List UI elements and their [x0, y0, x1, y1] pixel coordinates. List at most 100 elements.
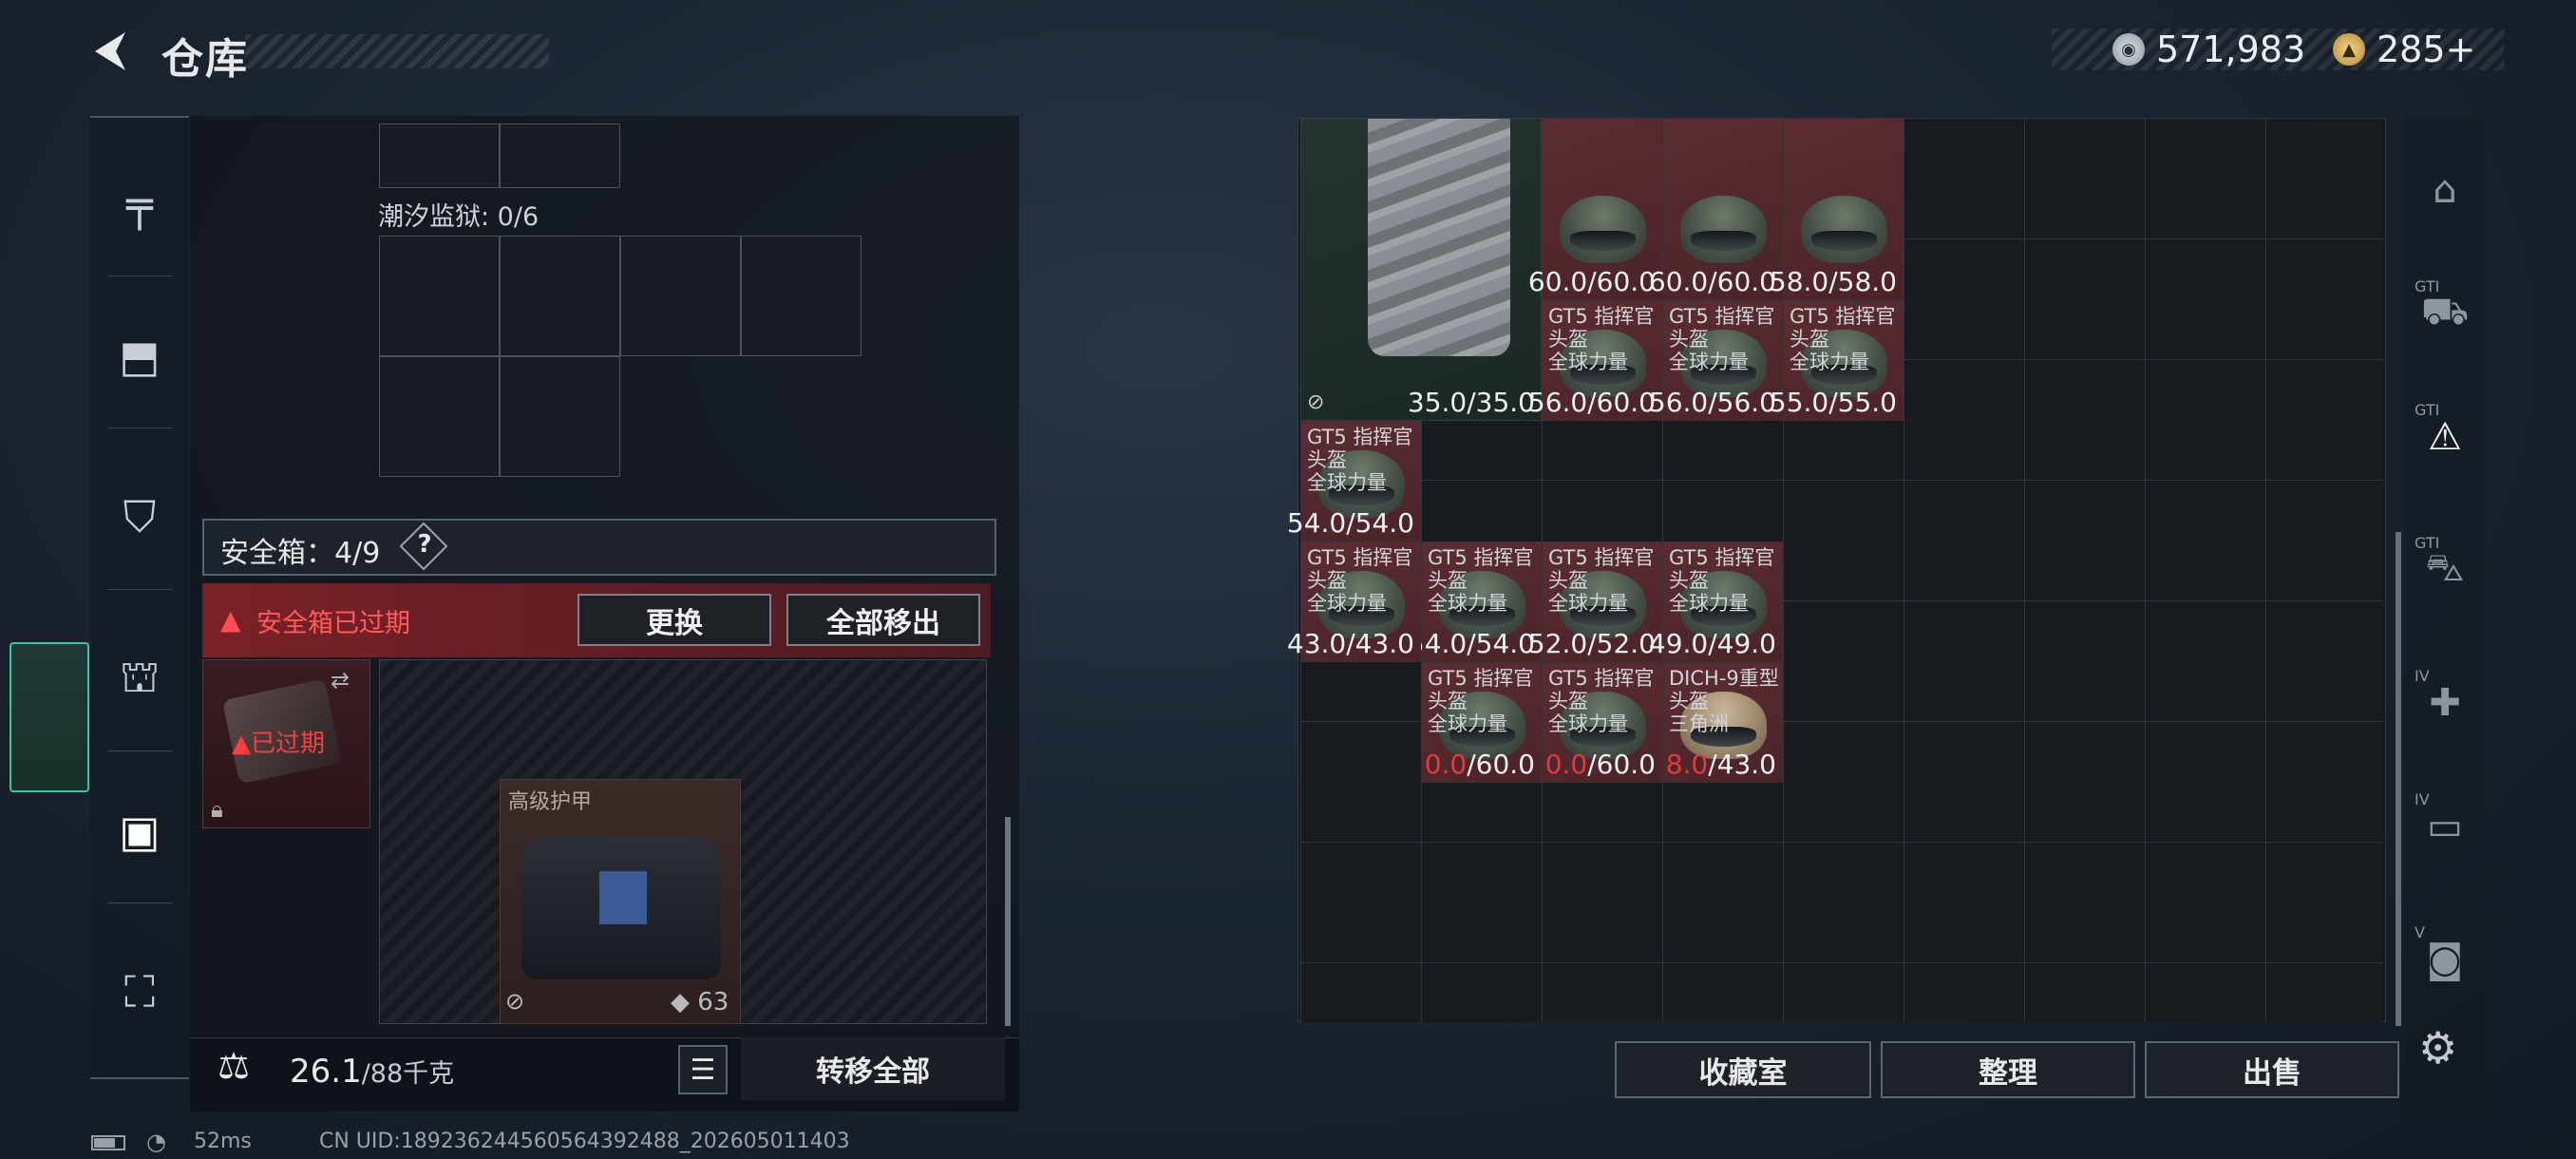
- item-faction: 全球力量: [1307, 471, 1387, 494]
- grid-cell[interactable]: [620, 236, 741, 356]
- vest-item[interactable]: ⊘ 35.0/35.0: [1300, 118, 1542, 421]
- tab-label: GTI: [2415, 401, 2440, 419]
- nav-item-weapon[interactable]: ╤: [90, 133, 189, 276]
- nav-active-indicator: [9, 642, 89, 792]
- item-faction: 三角洲: [1669, 712, 1729, 735]
- gold-coin-icon: ▲: [2333, 33, 2365, 66]
- item-faction: 全球力量: [1669, 351, 1749, 373]
- helmet-item[interactable]: 60.0/60.0: [1649, 118, 1783, 300]
- tab-label: V: [2415, 923, 2425, 941]
- weight-value: 26.1/88千克: [290, 1053, 455, 1091]
- remove-all-button[interactable]: 全部移出: [786, 594, 980, 646]
- collection-room-button[interactable]: 收藏室: [1615, 1041, 1871, 1098]
- item-name: GT5 指挥官头盔: [1790, 305, 1896, 351]
- tab-v-camera[interactable]: ◙ V: [2405, 902, 2485, 1016]
- helmet-item[interactable]: GT5 指挥官头盔 全球力量 56.0/60.0: [1528, 300, 1662, 421]
- helmet-item[interactable]: GT5 指挥官头盔 全球力量 52.0/52.0: [1528, 542, 1662, 662]
- helmet-item[interactable]: 60.0/60.0: [1528, 118, 1662, 300]
- replace-button[interactable]: 更换: [578, 594, 771, 646]
- title-decoration: [245, 34, 549, 68]
- arrange-button[interactable]: 整理: [1881, 1041, 2135, 1098]
- scrollbar[interactable]: [2396, 532, 2401, 1026]
- gold-amount[interactable]: 285+: [2377, 28, 2475, 70]
- tab-iv-folder[interactable]: ▭ IV: [2405, 770, 2485, 884]
- item-faction: 全球力量: [1428, 592, 1507, 615]
- safebox-capacity-label: 安全箱：4/9: [220, 537, 381, 570]
- grid-cell[interactable]: [379, 356, 500, 477]
- grid-cell[interactable]: [741, 236, 862, 356]
- list-icon[interactable]: ☰: [678, 1045, 728, 1094]
- grid-cell[interactable]: [379, 236, 500, 356]
- helmet-item[interactable]: GT5 指挥官头盔 全球力量 49.0/49.0: [1649, 542, 1783, 662]
- weight-icon: ⚖: [217, 1045, 251, 1087]
- safebox-icon: ▣: [119, 806, 161, 857]
- warning-icon: ▲: [220, 604, 241, 636]
- nav-item-safebox[interactable]: ▣: [90, 760, 189, 902]
- nav-item-toolbox[interactable]: ⛶: [90, 922, 189, 1064]
- helmet-image: [1559, 195, 1647, 263]
- item-durability: 8.0/43.0: [1665, 749, 1776, 780]
- item-name: GT5 指挥官头盔: [1307, 426, 1413, 471]
- tab-gti-bus[interactable]: ⛍ GTI: [2405, 513, 2485, 627]
- tab-gti-truck[interactable]: ⛟ GTI: [2405, 256, 2485, 370]
- item-faction: 全球力量: [1548, 351, 1628, 373]
- item-durability: 54.0/54.0: [1407, 628, 1535, 659]
- helmet-item[interactable]: GT5 指挥官头盔 全球力量 0.0/60.0: [1421, 662, 1542, 783]
- nav-item-vest[interactable]: ⬒: [90, 285, 189, 428]
- tidal-prison-label: 潮汐监狱: 0/6: [378, 202, 540, 232]
- expired-text: 安全箱已过期: [256, 609, 410, 638]
- grid-cell[interactable]: [500, 124, 620, 188]
- grid-cell[interactable]: [379, 124, 500, 188]
- backpack-a-icon: ⛉: [123, 491, 157, 542]
- nav-separator: [107, 750, 172, 751]
- item-durability: 52.0/52.0: [1527, 628, 1656, 659]
- helmet-item[interactable]: GT5 指挥官头盔 全球力量 55.0/55.0: [1770, 300, 1904, 421]
- swap-icon[interactable]: ⇄: [331, 667, 350, 694]
- helmet-item[interactable]: GT5 指挥官头盔 全球力量 54.0/54.0: [1287, 421, 1421, 542]
- nav-separator: [107, 589, 172, 590]
- helmet-image: [1679, 195, 1768, 263]
- dich9-helmet-item[interactable]: DICH-9重型头盔 三角洲 8.0/43.0: [1662, 662, 1783, 783]
- helmet-item[interactable]: GT5 指挥官头盔 全球力量 54.0/54.0: [1408, 542, 1542, 662]
- item-name: GT5 指挥官头盔: [1428, 667, 1534, 712]
- sell-button[interactable]: 出售: [2145, 1041, 2399, 1098]
- item-faction: 全球力量: [1548, 712, 1628, 735]
- helmet-item[interactable]: GT5 指挥官头盔 全球力量 0.0/60.0: [1542, 662, 1662, 783]
- toolbox-icon: ⛶: [123, 966, 156, 1017]
- helmet-item[interactable]: 58.0/58.0: [1770, 118, 1904, 300]
- transfer-all-button[interactable]: 转移全部: [741, 1037, 1005, 1100]
- back-button[interactable]: [87, 27, 137, 76]
- item-faction: 全球力量: [1548, 592, 1628, 615]
- helmet-item[interactable]: GT5 指挥官头盔 全球力量 43.0/43.0: [1287, 542, 1421, 662]
- tab-label: GTI: [2415, 277, 2440, 295]
- tab-iv-medkit[interactable]: ✚ IV: [2405, 646, 2485, 760]
- help-mark: ?: [417, 530, 432, 559]
- safebox-expired-label: ▲已过期: [232, 730, 326, 758]
- item-name: GT5 指挥官头盔: [1548, 305, 1655, 351]
- item-name: DICH-9重型头盔: [1669, 667, 1779, 712]
- item-faction: 全球力量: [1428, 712, 1507, 735]
- nav-separator: [107, 902, 172, 903]
- scrollbar[interactable]: [1005, 817, 1011, 1026]
- item-durability: 60.0/60.0: [1648, 266, 1776, 297]
- item-name: GT5 指挥官头盔: [1307, 546, 1413, 592]
- item-durability: 49.0/49.0: [1648, 628, 1776, 659]
- grid-cell[interactable]: [500, 236, 620, 356]
- nav-item-backpack[interactable]: ⛫: [90, 608, 189, 750]
- grid-cell[interactable]: [500, 356, 620, 477]
- iv-medkit-icon: ✚: [2429, 681, 2461, 725]
- item-name: GT5 指挥官头盔: [1669, 546, 1775, 592]
- item-faction: 全球力量: [1307, 592, 1387, 615]
- item-name: GT5 指挥官头盔: [1548, 546, 1655, 592]
- tab-gti-warning[interactable]: ⚠ GTI: [2405, 380, 2485, 494]
- helmet-item[interactable]: GT5 指挥官头盔 全球力量 56.0/56.0: [1649, 300, 1783, 421]
- backpack-icon: ⛫: [119, 651, 161, 702]
- armor-bag-image: [521, 837, 721, 979]
- no-trade-icon: ⊘: [505, 988, 525, 1015]
- settings-gear-icon[interactable]: ⚙: [2418, 1022, 2457, 1074]
- tab-storage-arch[interactable]: ⌂: [2405, 133, 2485, 247]
- nav-item-rig[interactable]: ⛉: [90, 446, 189, 589]
- ping-text: 52ms: [194, 1130, 252, 1153]
- v-camera-icon: ◙: [2426, 938, 2464, 981]
- gti-truck-icon: ⛟: [2420, 289, 2470, 333]
